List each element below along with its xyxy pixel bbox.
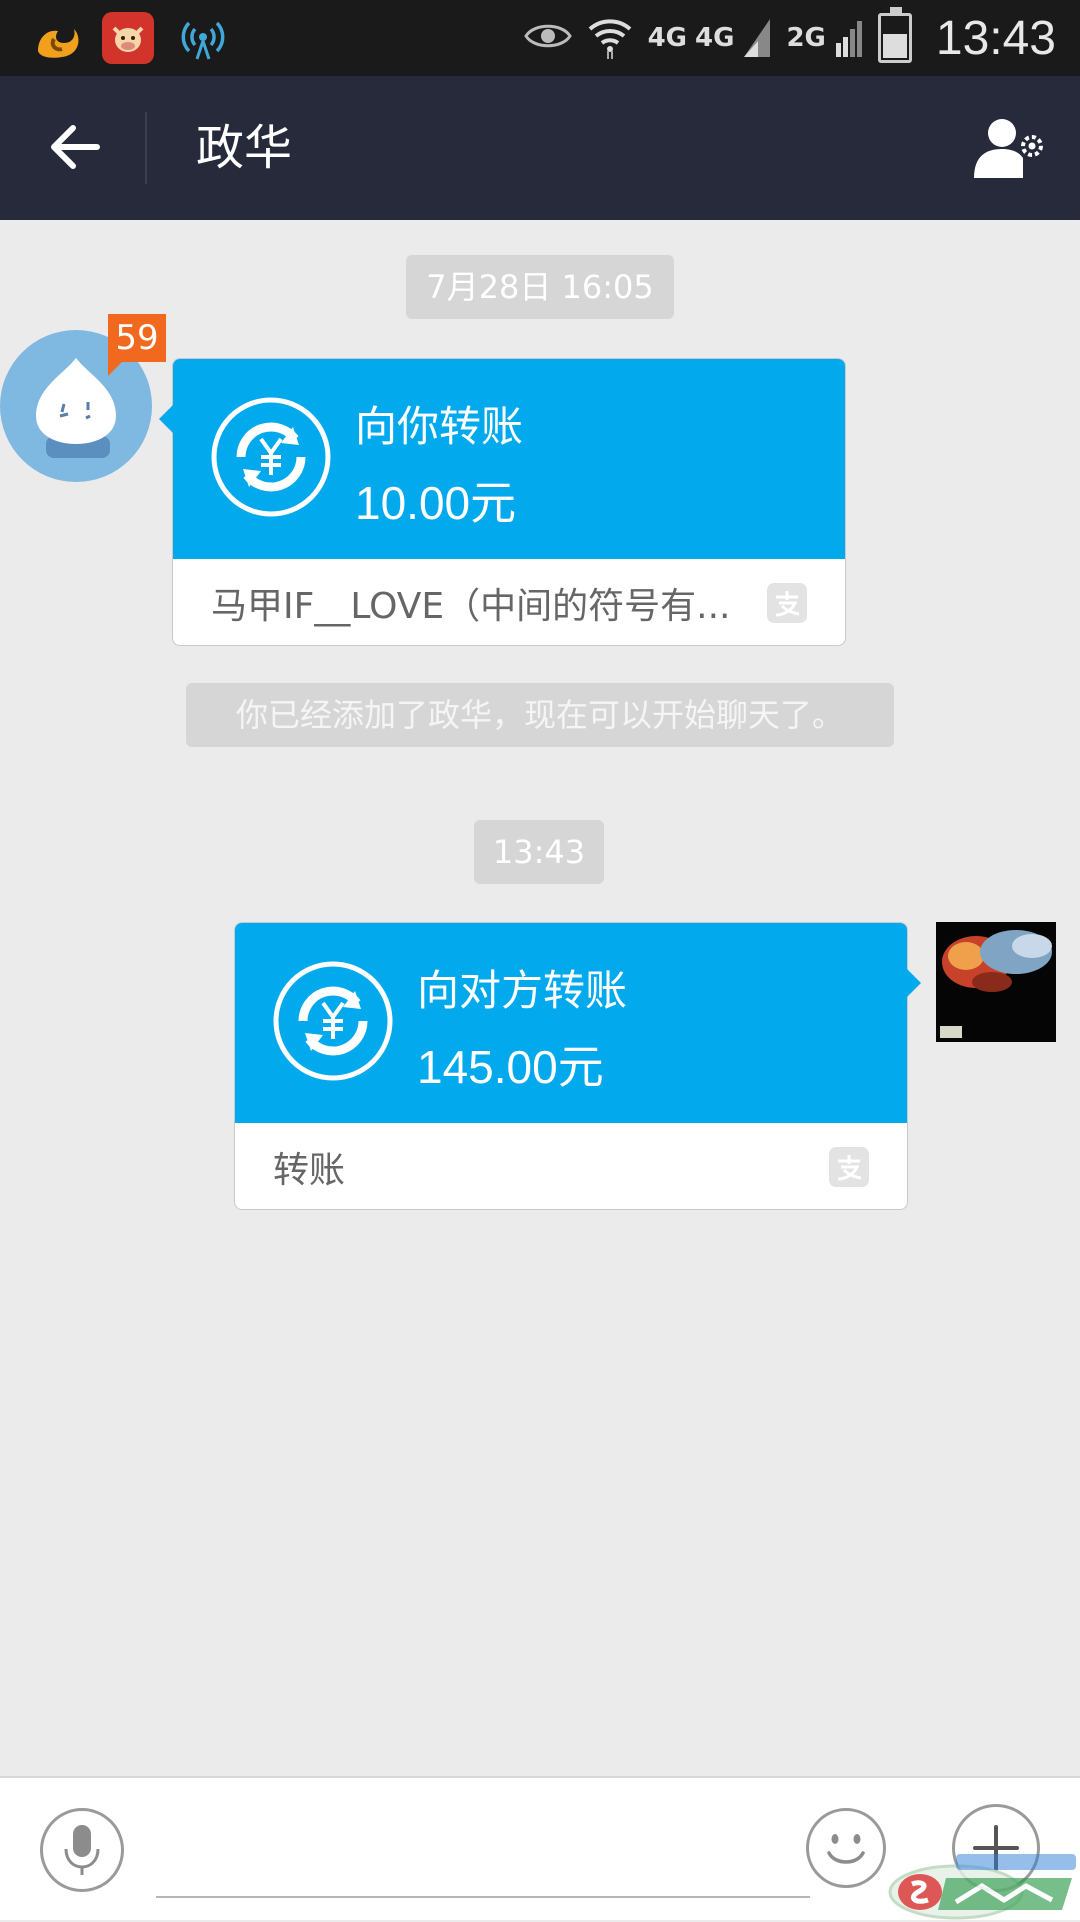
transfer-title: 向你转账	[355, 402, 524, 451]
signal-broadcast-icon	[176, 14, 230, 64]
back-arrow-icon	[51, 125, 100, 169]
message-input-bar	[0, 1776, 1080, 1920]
network-label-2: 4G	[695, 23, 735, 53]
alipay-icon	[767, 583, 807, 623]
contact-settings-button[interactable]	[970, 112, 1050, 184]
cell-signal-icon	[834, 15, 864, 61]
battery-icon	[877, 7, 912, 63]
avatar-photo-icon	[936, 922, 1056, 1042]
transfer-yuan-icon	[211, 397, 331, 517]
chat-header: 政华	[0, 76, 1080, 220]
smiley-icon	[827, 1834, 865, 1864]
network-label-1: 4G	[647, 23, 687, 53]
unread-badge: 59	[108, 314, 166, 376]
microphone-icon	[64, 1825, 100, 1875]
uc-browser-icon	[30, 14, 84, 64]
header-divider	[145, 112, 147, 184]
transfer-yuan-icon	[273, 961, 393, 1081]
cell-signal-icon	[742, 15, 772, 61]
transfer-title: 向对方转账	[417, 966, 628, 1015]
bubble-tail	[907, 969, 921, 997]
timestamp-pill: 13:43	[474, 820, 604, 884]
back-button[interactable]	[40, 112, 110, 182]
cow-app-icon	[102, 12, 154, 64]
site-watermark-logo	[888, 1854, 1076, 1920]
transfer-note: 马甲IF__LOVE（中间的符号有...	[211, 586, 731, 627]
network-label-3: 2G	[786, 23, 826, 53]
user-settings-icon	[974, 119, 1043, 178]
system-notice: 你已经添加了政华，现在可以开始聊天了。	[186, 683, 894, 747]
incoming-transfer-card[interactable]: 向你转账 10.00元 马甲IF__LOVE（中间的符号有...	[159, 358, 846, 646]
eye-icon	[523, 19, 572, 57]
my-avatar[interactable]	[936, 922, 1056, 1042]
alipay-icon	[829, 1147, 869, 1187]
emoji-button[interactable]	[806, 1808, 886, 1888]
wifi-icon	[586, 13, 634, 63]
timestamp-pill: 7月28日 16:05	[406, 255, 674, 319]
transfer-amount: 145.00元	[417, 1041, 604, 1093]
page-title: 政华	[196, 120, 293, 176]
transfer-amount: 10.00元	[355, 477, 517, 529]
bubble-tail	[159, 405, 173, 433]
voice-button[interactable]	[40, 1808, 124, 1892]
status-bar: 4G 4G 2G 13:43	[0, 0, 1080, 76]
status-time: 13:43	[935, 11, 1056, 65]
outgoing-transfer-card[interactable]: 向对方转账 145.00元 转账	[234, 922, 921, 1210]
message-input[interactable]	[156, 1808, 810, 1898]
transfer-note: 转账	[273, 1150, 346, 1191]
